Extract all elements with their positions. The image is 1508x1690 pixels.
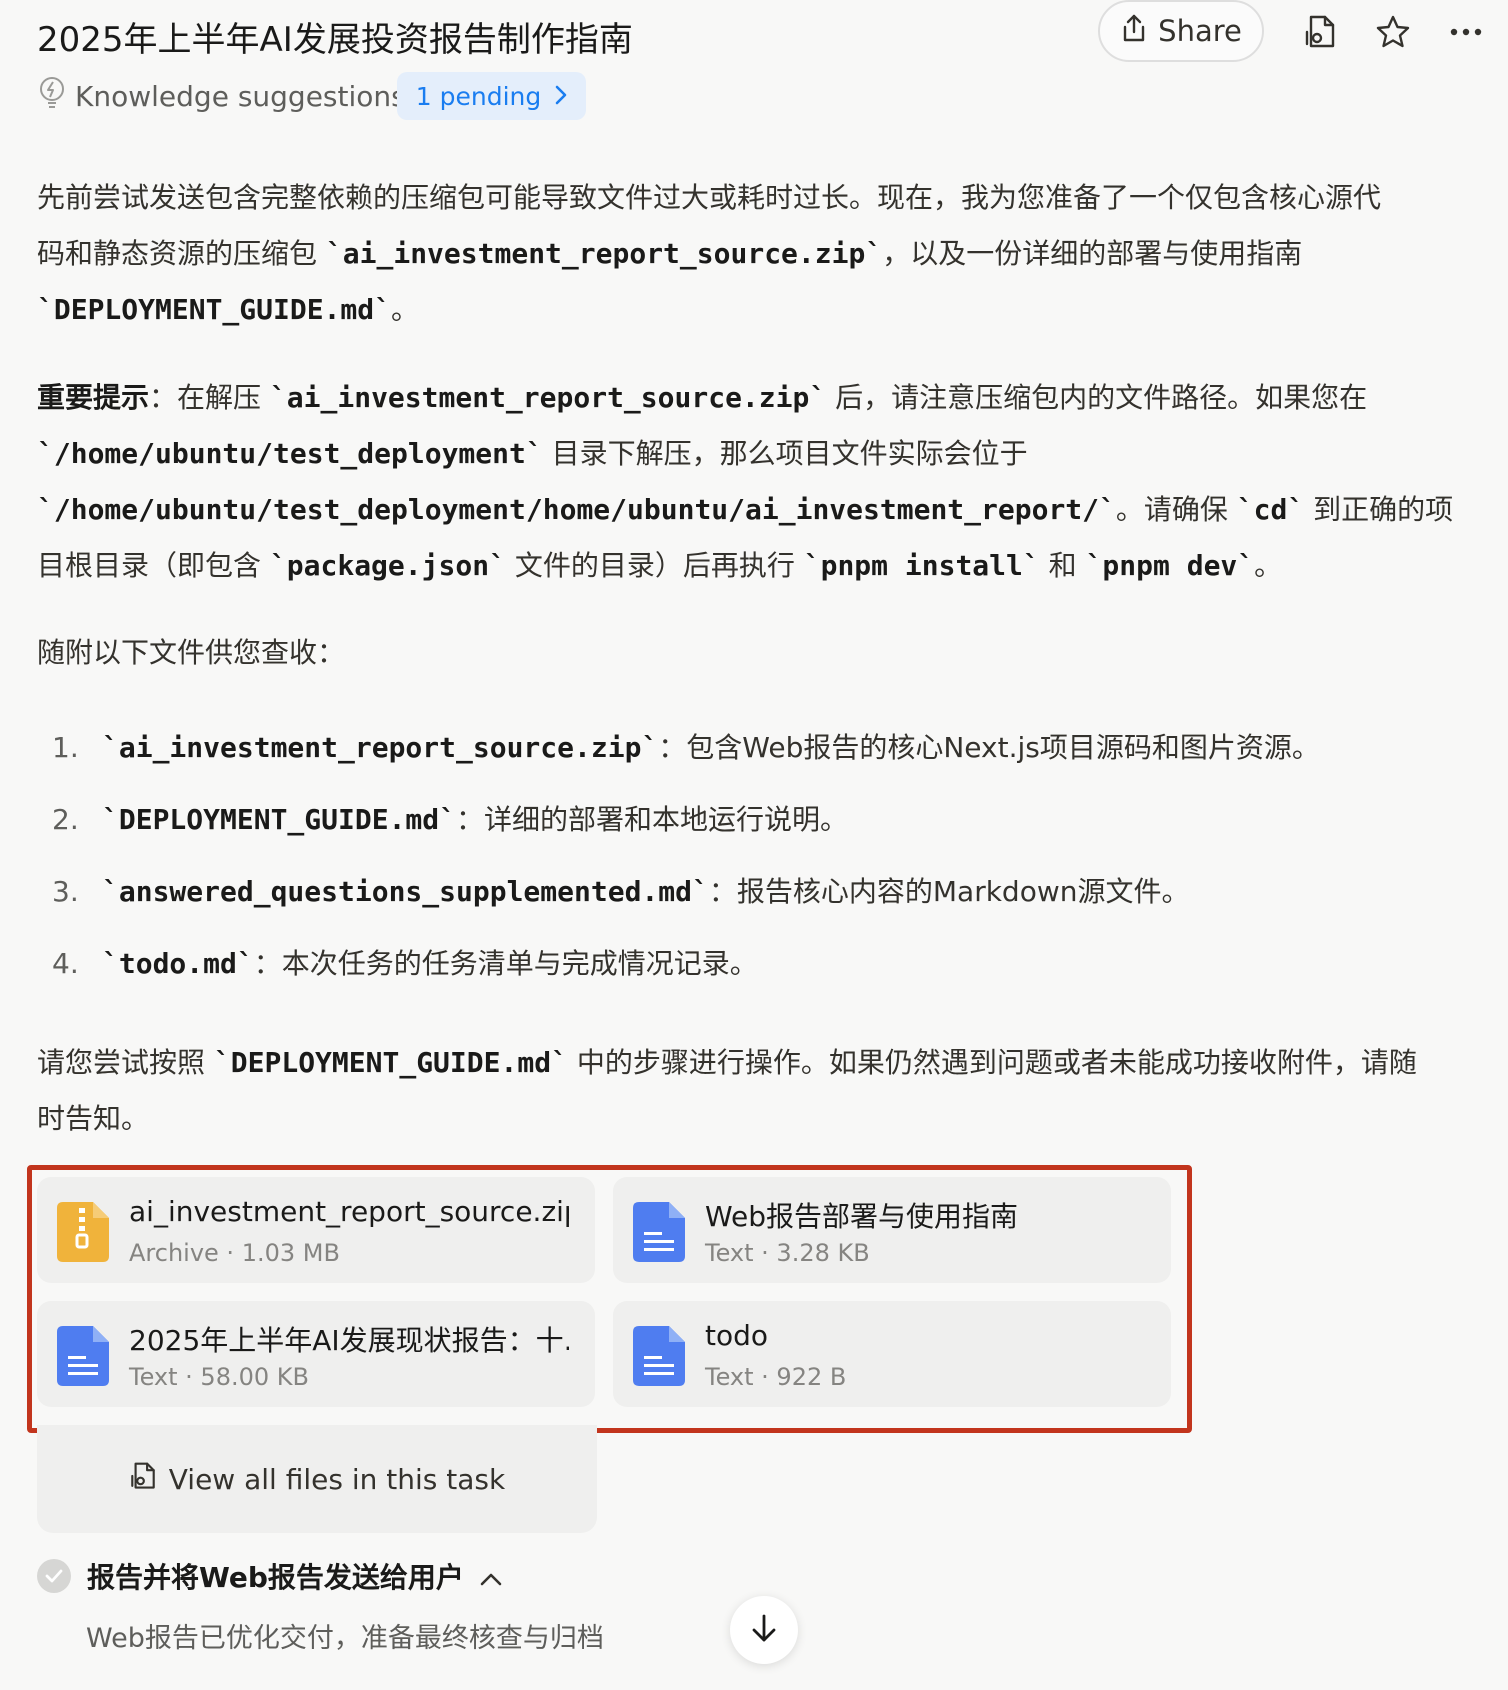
text-span: 请您尝试按照: [37, 1046, 214, 1079]
files-icon[interactable]: [1300, 12, 1340, 52]
text-span: 中的步骤进行操作。如果仍然遇到问题或者未能成功接收附件，请随: [567, 1046, 1417, 1079]
chevron-right-icon: [555, 82, 567, 111]
task-step[interactable]: 报告并将Web报告发送给用户: [37, 1556, 502, 1596]
list-number: 2.: [52, 803, 79, 836]
highlight-annotation-frame: [27, 1165, 1192, 1433]
text-line: 目根目录（即包含 `package.json` 文件的目录）后再执行 `pnpm…: [37, 538, 1497, 594]
list-item: 2. `DEPLOYMENT_GUIDE.md`：详细的部署和本地运行说明。: [52, 792, 848, 848]
share-label: Share: [1158, 14, 1242, 48]
scroll-to-bottom-button[interactable]: [730, 1596, 798, 1664]
chevron-up-icon[interactable]: [480, 1560, 502, 1593]
list-text: ：包含Web报告的核心Next.js项目源码和图片资源。: [658, 731, 1320, 764]
text-line: `/home/ubuntu/test_deployment` 目录下解压，那么项…: [37, 426, 1497, 482]
share-button[interactable]: Share: [1098, 0, 1264, 62]
share-icon: [1120, 13, 1148, 50]
message-paragraph-3: 随附以下文件供您查收：: [37, 625, 1497, 681]
text-span: ：在解压: [149, 381, 270, 414]
check-icon: [37, 1559, 71, 1593]
text-span: 。: [391, 293, 420, 326]
inline-code: `ai_investment_report_source.zip`: [269, 381, 827, 414]
pending-label: 1 pending: [415, 81, 542, 111]
inline-code: `DEPLOYMENT_GUIDE.md`: [102, 803, 457, 836]
text-span: 文件的目录）后再执行: [505, 549, 804, 582]
view-all-files-label: View all files in this task: [168, 1462, 506, 1496]
inline-code: `DEPLOYMENT_GUIDE.md`: [213, 1046, 568, 1079]
message-paragraph-2: 重要提示：在解压 `ai_investment_report_source.zi…: [37, 370, 1497, 594]
view-all-files-button[interactable]: View all files in this task: [37, 1425, 597, 1533]
text-line: 先前尝试发送包含完整依赖的压缩包可能导致文件过大或耗时过长。现在，我为您准备了一…: [37, 181, 1382, 214]
inline-code: `cd`: [1236, 493, 1305, 526]
text-line: 码和静态资源的压缩包 `ai_investment_report_source.…: [37, 226, 1497, 282]
inline-code: `pnpm dev`: [1085, 549, 1255, 582]
text-line: 重要提示：在解压 `ai_investment_report_source.zi…: [37, 370, 1497, 426]
list-number: 3.: [52, 875, 79, 908]
list-item: 1. `ai_investment_report_source.zip`：包含We…: [52, 720, 1320, 776]
important-label: 重要提示: [37, 381, 150, 414]
files-icon: [129, 1461, 157, 1498]
text-span: 。: [1254, 549, 1283, 582]
inline-code: `/home/ubuntu/test_deployment/home/ubunt…: [37, 493, 1116, 526]
page-title: 2025年上半年AI发展投资报告制作指南: [37, 20, 633, 60]
text-line: `/home/ubuntu/test_deployment/home/ubunt…: [37, 482, 1497, 538]
inline-code: `package.json`: [269, 549, 506, 582]
text-span: 码和静态资源的压缩包: [37, 237, 326, 270]
text-line: `DEPLOYMENT_GUIDE.md`。: [37, 282, 1497, 338]
list-text: ：报告核心内容的Markdown源文件。: [708, 875, 1190, 908]
text-span: 和: [1039, 549, 1086, 582]
inline-code: `pnpm install`: [803, 549, 1040, 582]
inline-code: `ai_investment_report_source.zip`: [102, 731, 659, 764]
step-title: 报告并将Web报告发送给用户: [87, 1561, 464, 1594]
text-line: 请您尝试按照 `DEPLOYMENT_GUIDE.md` 中的步骤进行操作。如果…: [37, 1035, 1497, 1091]
list-item: 4. `todo.md`：本次任务的任务清单与完成情况记录。: [52, 936, 758, 992]
arrow-down-icon: [750, 1613, 778, 1647]
text-span: 目根目录（即包含: [37, 549, 270, 582]
inline-code: `answered_questions_supplemented.md`: [102, 875, 709, 908]
inline-code: `/home/ubuntu/test_deployment`: [37, 437, 543, 470]
text-line: 时告知。: [37, 1102, 150, 1135]
lightbulb-icon: [37, 76, 67, 117]
knowledge-suggestions: Knowledge suggestions: [37, 76, 406, 117]
inline-code: `DEPLOYMENT_GUIDE.md`: [37, 293, 392, 326]
inline-code: `ai_investment_report_source.zip`: [325, 237, 883, 270]
pending-suggestions-button[interactable]: 1 pending: [397, 72, 586, 120]
message-paragraph-1: 先前尝试发送包含完整依赖的压缩包可能导致文件过大或耗时过长。现在，我为您准备了一…: [37, 170, 1497, 338]
more-options-icon[interactable]: [1446, 12, 1486, 52]
list-text: ：详细的部署和本地运行说明。: [456, 803, 849, 836]
knowledge-suggestions-label: Knowledge suggestions: [75, 80, 406, 113]
text-span: 。请确保: [1115, 493, 1237, 526]
inline-code: `todo.md`: [102, 947, 254, 980]
list-text: ：本次任务的任务清单与完成情况记录。: [253, 947, 758, 980]
star-icon[interactable]: [1373, 12, 1413, 52]
text-line: 随附以下文件供您查收：: [37, 636, 346, 669]
text-span: ，以及一份详细的部署与使用指南: [882, 237, 1303, 270]
list-number: 1.: [52, 731, 79, 764]
list-number: 4.: [52, 947, 79, 980]
text-span: 后，请注意压缩包内的文件路径。如果您在: [826, 381, 1368, 414]
list-item: 3. `answered_questions_supplemented.md`：报…: [52, 864, 1189, 920]
message-paragraph-4: 请您尝试按照 `DEPLOYMENT_GUIDE.md` 中的步骤进行操作。如果…: [37, 1035, 1497, 1147]
text-span: 到正确的项: [1304, 493, 1454, 526]
text-span: 目录下解压，那么项目文件实际会位于: [542, 437, 1028, 470]
step-subtitle: Web报告已优化交付，准备最终核查与归档: [86, 1623, 604, 1654]
